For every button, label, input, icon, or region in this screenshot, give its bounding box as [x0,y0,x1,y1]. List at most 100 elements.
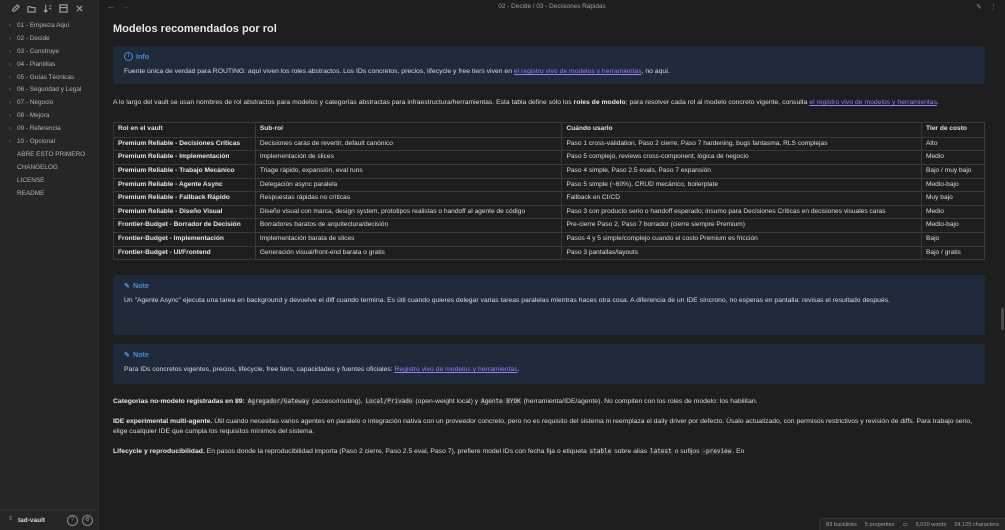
folder-07-negocio[interactable]: › 07 - Negocio [0,97,98,110]
callout-body: Para IDs concretos vigentes, precios, li… [124,365,974,375]
chevron-right-icon: › [9,74,11,81]
usage-cell: Pasos 4 y 5 simple/complejo cuando el co… [561,231,923,247]
chevron-right-icon: › [9,87,11,94]
cost-tier-cell: Medio-bajo [921,218,985,233]
settings-gear-icon[interactable]: ⚙ [82,515,93,526]
cost-tier-cell: Medio-bajo [921,177,985,193]
tree-item-label: 04 - Plantillas [17,60,56,68]
chevron-updown-icon: ⇕ [8,516,14,522]
backlinks-count[interactable]: 83 backlinks [826,522,857,528]
properties-count[interactable]: 5 properties [865,522,895,528]
info-callout: i Info Fuente única de verdad para ROUTI… [113,46,985,84]
lifecycle-paragraph: Lifecycle y reproducibilidad. En pasos d… [113,447,985,457]
subrole-cell: Decisiones caras de revertir, default ca… [254,136,563,152]
chevron-right-icon: › [9,61,11,68]
tree-item-label: 02 - Decide [17,34,50,42]
inline-code: -preview [701,447,733,455]
inline-code: Local/Privado [364,398,414,406]
book-icon[interactable]: ▭ [902,522,907,528]
folder-01-empieza-aqui[interactable]: › 01 - Empieza Aquí [0,20,98,33]
new-note-icon[interactable] [10,3,20,13]
word-count: 5,010 words [915,521,947,528]
folder-04-plantillas[interactable]: › 04 - Plantillas [0,59,98,72]
folder-10-opcional[interactable]: › 10 - Opcional [0,136,98,149]
inline-code: Agente BYOK [480,398,522,406]
folder-05-guias-tecnicas[interactable]: › 05 - Guías Técnicas [0,72,98,85]
subrole-cell: Delegación async paralela [254,177,563,193]
inline-code: Agregador/Gateway [246,398,311,406]
status-bar: 83 backlinks 5 properties ▭ 5,010 words … [819,518,1005,530]
more-options-icon[interactable]: ⋮ [990,3,997,11]
tree-item-label: 09 - Referencia [17,125,61,133]
callout-title: ✎ Note [124,281,974,290]
chevron-right-icon: › [9,100,11,107]
edit-pencil-icon[interactable]: ✎ [976,3,982,11]
breadcrumb[interactable]: 02 - Decide / 03 - Decisiones Rápidas [99,3,1005,10]
cost-tier-cell: Medio [921,204,985,220]
file-license[interactable]: LICENSE [0,175,98,188]
intro-text: . [936,99,939,106]
vault-name: tad-vault [18,516,46,524]
scrollbar-thumb[interactable] [1001,308,1004,330]
role-cell: Premium Reliable - Agente Async [113,177,256,193]
new-folder-icon[interactable] [26,3,36,13]
pencil-icon: ✎ [124,281,131,291]
folder-08-mejora[interactable]: › 08 - Mejora [0,110,98,123]
column-header: Sub-rol [254,121,563,138]
collapse-icon[interactable] [58,3,68,13]
subrole-cell: Triage rápido, expansión, eval runs [254,163,563,179]
lifecycle-text: sobre alias [612,447,650,455]
subrole-cell: Respuestas rápidas no críticas [254,191,563,206]
tree-item-label: 01 - Empieza Aquí [17,22,70,29]
file-tree: › 01 - Empieza Aquí › 02 - Decide › 03 - Co… [0,20,98,200]
usage-cell: Paso 5 complejo, reviews cross-component… [561,150,923,165]
lifecycle-text: . En [732,447,745,455]
character-count: 34,125 characters [954,521,999,528]
table-row: Premium Reliable - Fallback Rápido Respue… [113,191,985,206]
callout-title: ✎ Note [124,350,974,359]
intro-bold: roles de modelo [573,99,626,106]
registry-link[interactable]: el registro vivo de modelos y herramient… [809,99,937,106]
folder-06-seguridad-legal[interactable]: › 06 - Seguridad y Legal [0,84,98,97]
subrole-cell: Implementación barata de slices [254,231,563,247]
file-readme[interactable]: README [0,188,98,201]
folder-09-referencia[interactable]: › 09 - Referencia [0,123,98,136]
categories-paragraph: Categorías no-modelo registradas en 89: … [113,397,985,407]
callout-text: Para IDs concretos vigentes, precios, li… [124,366,395,374]
cost-tier-cell: Alto [921,136,985,152]
cost-tier-cell: Bajo / gratis [921,245,985,261]
ide-bold: IDE experimental multi-agente. [113,417,213,425]
chevron-right-icon: › [9,23,11,29]
tab-header: ← → 02 - Decide / 03 - Decisiones Rápida… [99,0,1005,14]
file-changelog[interactable]: CHANGELOG [0,162,98,175]
pencil-icon: ✎ [124,350,131,360]
chevron-right-icon: › [9,113,11,120]
file-abre-esto-primero[interactable]: ABRE ESTO PRIMERO [0,149,98,162]
close-icon[interactable] [74,3,84,13]
registry-link[interactable]: el registro vivo de modelos y herramient… [514,68,642,75]
tree-item-label: 07 - Negocio [17,99,54,107]
categories-text: (acceso/routing), [310,398,365,406]
help-icon[interactable]: ? [67,515,78,526]
folder-02-decide[interactable]: › 02 - Decide [0,33,98,46]
intro-text: ; para resolver cada rol al modelo concr… [625,99,810,106]
cost-tier-cell: Muy bajo [921,191,985,206]
callout-body: Fuente única de verdad para ROUTING: aqu… [124,67,974,77]
callout-body: Un "Agente Async" ejecuta una tarea en b… [124,297,891,305]
table-row: Premium Reliable - Implementación Impleme… [113,150,985,165]
file-explorer-sidebar: › 01 - Empieza Aquí › 02 - Decide › 03 - Co… [0,0,99,530]
callout-text: , no aquí. [641,68,670,75]
role-cell: Premium Reliable - Fallback Rápido [113,191,256,206]
role-cell: Premium Reliable - Decisiones Críticas [113,136,256,152]
lifecycle-bold: Lifecycle y reproducibilidad. [113,447,205,455]
folder-03-construye[interactable]: › 03 - Construye [0,46,98,59]
note-callout-async: ✎ Note Un "Agente Async" ejecuta una tar… [113,275,985,336]
table-row: Frontier-Budget - UI/Frontend Generación … [113,245,985,261]
lifecycle-text: o sufijos [672,447,702,455]
sort-icon[interactable] [42,3,52,13]
vault-switcher[interactable]: ⇕ tad-vault ? ⚙ [0,509,98,530]
subrole-cell: Implementación de slices [254,150,563,165]
note-content: Modelos recomendados por rol i Info Fuen… [113,22,985,466]
registry-link[interactable]: Registro vivo de modelos y herramientas [395,366,518,373]
intro-paragraph: A lo largo del vault se usan nombres de … [113,98,985,108]
